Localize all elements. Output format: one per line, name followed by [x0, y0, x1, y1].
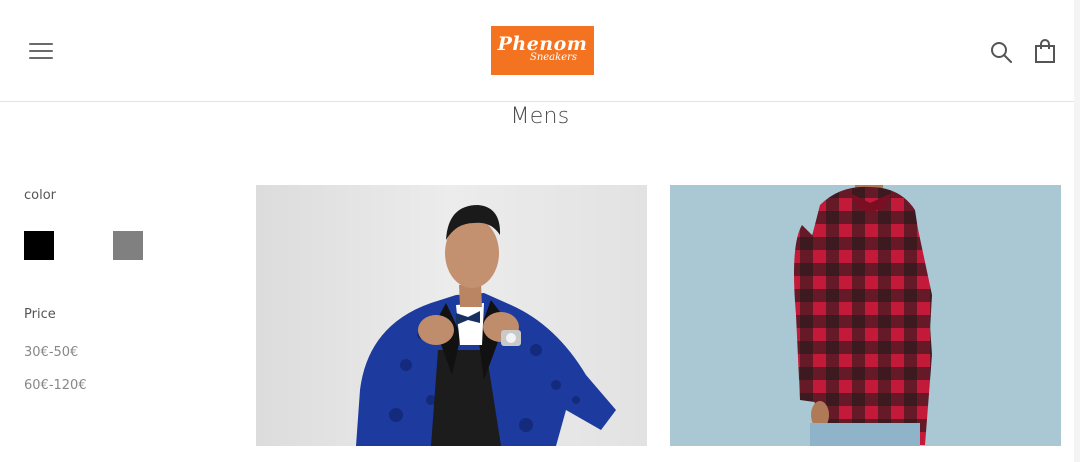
menu-line: [29, 43, 53, 45]
hamburger-menu-button[interactable]: [29, 41, 54, 61]
color-filter-heading: color: [24, 188, 57, 203]
search-icon[interactable]: [989, 40, 1013, 64]
filter-sidebar: color Price 30€-50€ 60€-120€: [24, 188, 224, 393]
menu-line: [29, 50, 53, 52]
logo-sub-text: Sneakers: [529, 52, 578, 63]
color-swatch-gray[interactable]: [113, 231, 143, 260]
product-card-blue-tuxedo[interactable]: [256, 185, 647, 446]
menu-line: [29, 57, 53, 59]
page-scrollbar-track: [1074, 0, 1080, 462]
color-swatch-black[interactable]: [24, 231, 54, 260]
product-card-red-plaid-shirt[interactable]: [670, 185, 1061, 446]
site-header: Phenom Sneakers: [0, 0, 1080, 102]
shopping-bag-icon[interactable]: [1033, 38, 1057, 64]
color-swatches: [24, 231, 184, 261]
brand-logo[interactable]: Phenom Sneakers: [491, 26, 594, 75]
price-filter-heading: Price: [24, 307, 56, 322]
product-image-blue-tuxedo: [256, 185, 647, 446]
page-title: Mens: [510, 104, 570, 129]
price-option-30-50[interactable]: 30€-50€: [24, 345, 78, 360]
product-image-red-plaid-shirt: [670, 185, 1061, 446]
price-option-60-120[interactable]: 60€-120€: [24, 378, 87, 393]
